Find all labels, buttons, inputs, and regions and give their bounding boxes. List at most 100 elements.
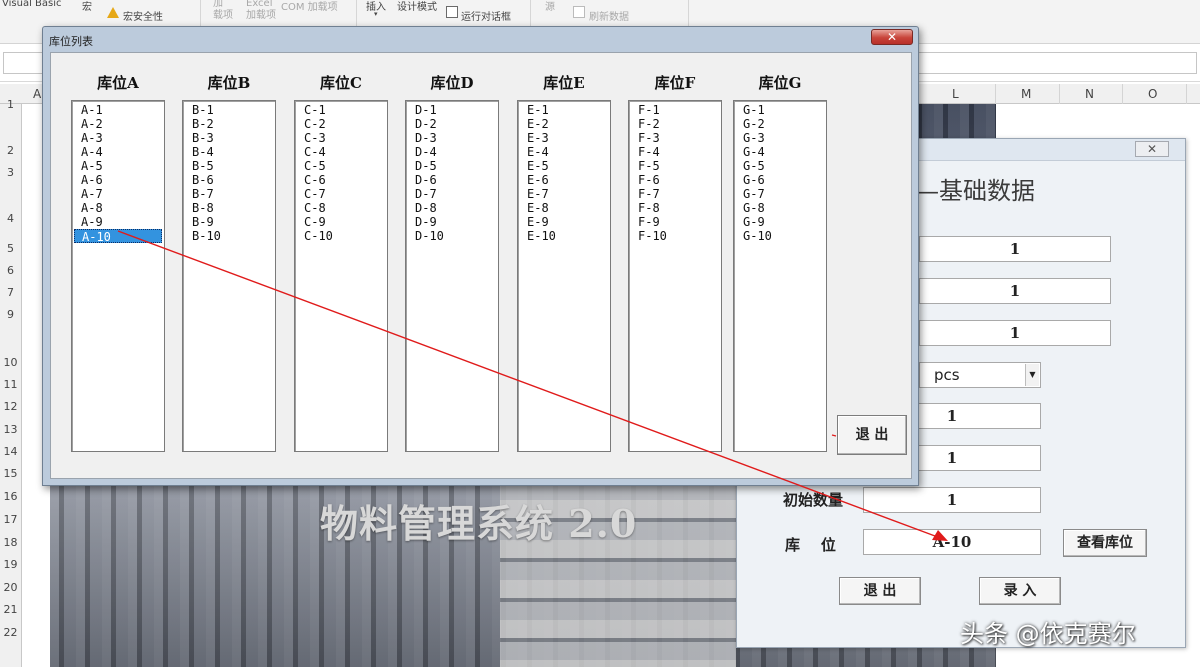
list-item[interactable]: E-2 [520,117,608,131]
location-list-c[interactable]: C-1 C-2 C-3 C-4 C-5 C-6 C-7 C-8 C-9 C-10 [294,100,388,452]
location-input[interactable]: A-10 [863,529,1041,555]
list-item-selected[interactable]: A-10 [74,229,162,244]
list-item[interactable]: G-9 [736,215,824,229]
list-item[interactable]: B-7 [185,187,273,201]
column-header[interactable]: A [33,87,41,101]
list-item[interactable]: D-2 [408,117,496,131]
list-item[interactable]: E-7 [520,187,608,201]
row-header[interactable]: 22 [0,626,21,639]
row-header[interactable]: 16 [0,490,21,503]
list-item[interactable]: C-9 [297,215,385,229]
list-item[interactable]: A-8 [74,201,162,215]
list-item[interactable]: C-8 [297,201,385,215]
field-2-input[interactable]: 1 [919,278,1111,304]
list-item[interactable]: E-6 [520,173,608,187]
list-item[interactable]: B-2 [185,117,273,131]
list-item[interactable]: F-6 [631,173,719,187]
row-header[interactable]: 13 [0,423,21,436]
list-item[interactable]: G-3 [736,131,824,145]
list-item[interactable]: C-10 [297,229,385,243]
design-mode-button[interactable]: 设计模式 [397,0,437,13]
column-header[interactable]: M [1021,87,1031,101]
close-button[interactable]: ✕ [1135,141,1169,157]
run-dialog-button[interactable]: 运行对话框 [461,8,511,23]
list-item[interactable]: B-5 [185,159,273,173]
initial-quantity-input[interactable]: 1 [863,487,1041,513]
list-item[interactable]: E-3 [520,131,608,145]
row-header[interactable]: 21 [0,603,21,616]
list-item[interactable]: G-5 [736,159,824,173]
list-item[interactable]: D-10 [408,229,496,243]
list-item[interactable]: F-10 [631,229,719,243]
list-item[interactable]: E-5 [520,159,608,173]
list-item[interactable]: D-5 [408,159,496,173]
source-button[interactable]: 源 [545,0,555,13]
list-item[interactable]: A-9 [74,215,162,229]
row-header[interactable]: 6 [0,264,21,277]
list-item[interactable]: D-7 [408,187,496,201]
row-header[interactable]: 9 [0,308,21,321]
row-header[interactable]: 5 [0,242,21,255]
row-header[interactable]: 18 [0,536,21,549]
column-header[interactable]: O [1148,87,1157,101]
row-header[interactable]: 4 [0,212,21,225]
list-item[interactable]: F-4 [631,145,719,159]
location-list-d[interactable]: D-1 D-2 D-3 D-4 D-5 D-6 D-7 D-8 D-9 D-10 [405,100,499,452]
list-item[interactable]: B-9 [185,215,273,229]
row-header[interactable]: 14 [0,445,21,458]
list-item[interactable]: A-2 [74,117,162,131]
list-item[interactable]: B-4 [185,145,273,159]
list-item[interactable]: G-4 [736,145,824,159]
list-item[interactable]: F-1 [631,103,719,117]
list-item[interactable]: D-8 [408,201,496,215]
list-item[interactable]: D-4 [408,145,496,159]
field-3-input[interactable]: 1 [919,320,1111,346]
list-item[interactable]: C-2 [297,117,385,131]
list-item[interactable]: G-6 [736,173,824,187]
macro-button[interactable]: 宏 [82,0,92,13]
row-header[interactable]: 17 [0,513,21,526]
column-header[interactable]: N [1085,87,1094,101]
list-item[interactable]: F-5 [631,159,719,173]
list-item[interactable]: G-1 [736,103,824,117]
list-item[interactable]: B-10 [185,229,273,243]
list-item[interactable]: G-10 [736,229,824,243]
list-item[interactable]: A-7 [74,187,162,201]
location-list-e[interactable]: E-1 E-2 E-3 E-4 E-5 E-6 E-7 E-8 E-9 E-10 [517,100,611,452]
list-item[interactable]: B-8 [185,201,273,215]
list-item[interactable]: C-1 [297,103,385,117]
excel-addins-button[interactable]: Excel 加载项 [246,0,276,22]
list-item[interactable]: F-9 [631,215,719,229]
list-item[interactable]: D-9 [408,215,496,229]
list-item[interactable]: A-4 [74,145,162,159]
column-header[interactable]: L [952,87,959,101]
row-header[interactable]: 11 [0,378,21,391]
location-list-g[interactable]: G-1 G-2 G-3 G-4 G-5 G-6 G-7 G-8 G-9 G-10 [733,100,827,452]
list-item[interactable]: A-5 [74,159,162,173]
list-item[interactable]: C-6 [297,173,385,187]
row-header[interactable]: 12 [0,400,21,413]
list-item[interactable]: C-4 [297,145,385,159]
visual-basic-button[interactable]: Visual Basic [2,0,62,9]
view-location-button[interactable]: 查看库位 [1063,529,1147,557]
list-item[interactable]: F-3 [631,131,719,145]
row-header[interactable]: 19 [0,558,21,571]
list-item[interactable]: B-3 [185,131,273,145]
list-item[interactable]: A-6 [74,173,162,187]
list-item[interactable]: B-1 [185,103,273,117]
list-item[interactable]: E-10 [520,229,608,243]
list-item[interactable]: A-1 [74,103,162,117]
macro-security-button[interactable]: 宏安全性 [123,8,163,23]
row-header[interactable]: 1 [0,98,21,111]
location-list-f[interactable]: F-1 F-2 F-3 F-4 F-5 F-6 F-7 F-8 F-9 F-10 [628,100,722,452]
com-addins-button[interactable]: COM 加载项 [281,0,338,13]
location-list-b[interactable]: B-1 B-2 B-3 B-4 B-5 B-6 B-7 B-8 B-9 B-10 [182,100,276,452]
list-item[interactable]: E-9 [520,215,608,229]
close-button[interactable]: ✕ [871,29,913,45]
field-1-input[interactable]: 1 [919,236,1111,262]
list-item[interactable]: G-7 [736,187,824,201]
list-item[interactable]: D-3 [408,131,496,145]
list-item[interactable]: E-4 [520,145,608,159]
list-item[interactable]: E-1 [520,103,608,117]
location-list-a[interactable]: A-1 A-2 A-3 A-4 A-5 A-6 A-7 A-8 A-9 A-10 [71,100,165,452]
